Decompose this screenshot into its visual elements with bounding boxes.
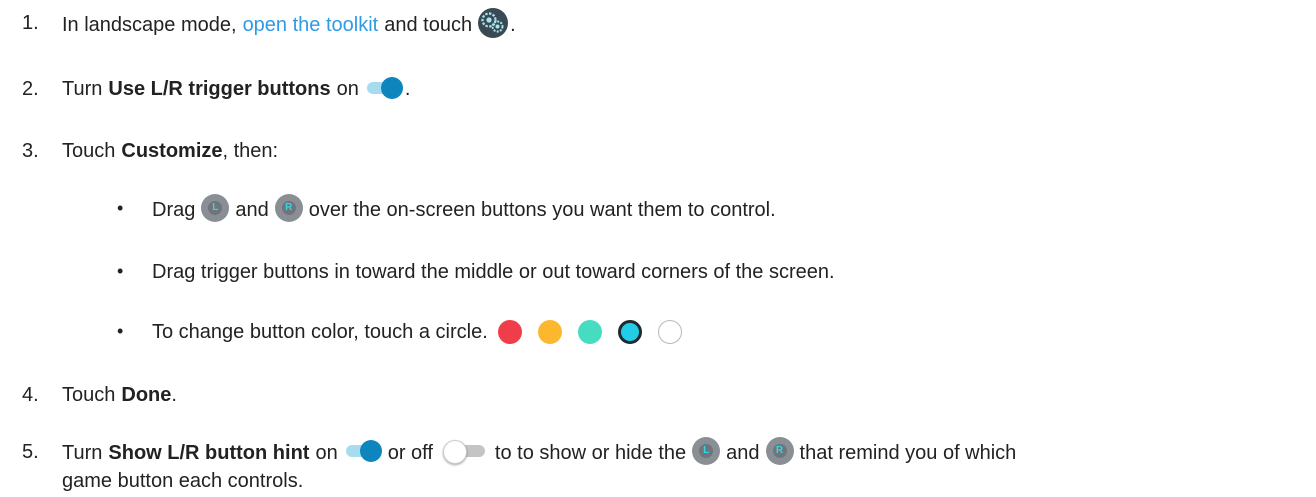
step-text: , then: bbox=[222, 140, 279, 162]
setting-name: Done bbox=[121, 384, 172, 406]
color-circle-cyan-selected[interactable] bbox=[617, 319, 642, 344]
toggle-on-icon bbox=[365, 75, 405, 101]
toggle-off-icon bbox=[442, 438, 485, 464]
step-text: Turn bbox=[62, 441, 103, 464]
step-text: Turn bbox=[62, 78, 103, 100]
step-number: 1. bbox=[22, 12, 39, 34]
toggle-on-icon bbox=[344, 438, 384, 464]
step-number: 5. bbox=[22, 441, 39, 463]
r-trigger-icon: R bbox=[765, 437, 794, 465]
step-number: 4. bbox=[22, 384, 39, 406]
bullet-text: over the on-screen buttons you want them… bbox=[308, 198, 776, 221]
step-number: 3. bbox=[22, 140, 39, 162]
step-text: and touch bbox=[384, 13, 473, 36]
open-toolkit-link[interactable]: open the toolkit bbox=[243, 14, 379, 37]
l-trigger-icon: L bbox=[201, 194, 230, 222]
bullet-text: To change button color, touch a circle. bbox=[152, 321, 488, 343]
color-circle-red[interactable] bbox=[497, 319, 522, 344]
color-circle-green[interactable] bbox=[577, 319, 602, 344]
step-text: Touch bbox=[62, 140, 116, 162]
step-text: Touch bbox=[62, 384, 116, 406]
color-options bbox=[497, 319, 698, 344]
setting-name: Use L/R trigger buttons bbox=[108, 78, 331, 100]
bullet-marker: • bbox=[117, 321, 124, 341]
step-text: on bbox=[336, 78, 359, 100]
step-end: . bbox=[171, 384, 177, 406]
step-text: and bbox=[726, 441, 760, 464]
step-text: or off bbox=[387, 441, 433, 464]
step-text: that remind you of which bbox=[799, 441, 1017, 464]
color-circle-yellow[interactable] bbox=[537, 319, 562, 344]
gear-settings-icon bbox=[478, 8, 509, 38]
step-end: . bbox=[404, 78, 411, 100]
step-text: game button each controls. bbox=[62, 470, 304, 492]
setting-name: Show L/R button hint bbox=[108, 441, 310, 464]
bullet-text: Drag bbox=[152, 198, 196, 221]
color-circle-white[interactable] bbox=[657, 319, 682, 344]
step-text: on bbox=[315, 441, 338, 464]
setting-name: Customize bbox=[121, 140, 223, 162]
l-trigger-icon: L bbox=[692, 437, 721, 465]
bullet-marker: • bbox=[117, 261, 124, 281]
step-number: 2. bbox=[22, 78, 39, 100]
bullet-marker: • bbox=[117, 198, 124, 218]
step-text: to to show or hide the bbox=[494, 441, 687, 464]
step-text: In landscape mode, bbox=[62, 13, 237, 36]
bullet-text: Drag trigger buttons in toward the middl… bbox=[152, 261, 835, 283]
bullet-text: and bbox=[235, 198, 269, 221]
step-end: . bbox=[510, 13, 516, 36]
r-trigger-icon: R bbox=[274, 194, 303, 222]
